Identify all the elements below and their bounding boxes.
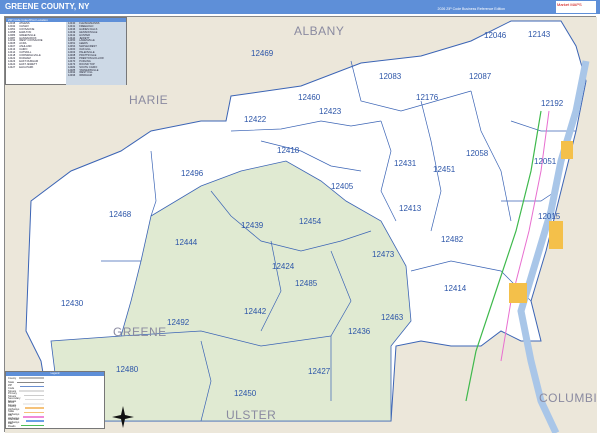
edition-label: 2026 ZIP Code Business Reference Edition: [437, 7, 505, 11]
place-label-schoharie: HARIE: [129, 93, 168, 107]
place-label-columbia: COLUMBIA: [539, 391, 597, 405]
zip-label: 12460: [298, 93, 321, 102]
legend-swatch: [25, 398, 44, 401]
zip-label: 12422: [244, 115, 267, 124]
legend-swatch: [22, 403, 44, 405]
zip-index-table: ZIP Code Index/Post Location 12015 ATHENS…: [5, 17, 127, 85]
zip-label: 12482: [441, 235, 464, 244]
header-bar: GREENE COUNTY, NY 2026 ZIP Code Business…: [0, 0, 600, 14]
legend-swatch: [23, 411, 44, 414]
zip-label: 12424: [272, 262, 295, 271]
legend-swatch: [19, 390, 44, 392]
zip-label: 12015: [538, 212, 561, 221]
place-label-albany: ALBANY: [294, 24, 344, 38]
legend-swatch: [21, 424, 44, 427]
zip-label: 12468: [109, 210, 132, 219]
zip-label: 12058: [466, 149, 489, 158]
zip-label: 12414: [444, 284, 467, 293]
zip-table-left-column: 12015 ATHENS 12042 CLIMAX 12051 COXSACKIE 1205…: [6, 22, 66, 85]
zip-table-right-column: 12430 FLEISCHMANNS 12431 FREEHOLD 12436 HAINE…: [66, 22, 126, 85]
legend-label: Rail Roads: [8, 422, 16, 429]
zip-label: 12439: [241, 221, 264, 230]
place-label-greene: GREENE: [113, 325, 167, 339]
zip-label: 12427: [308, 367, 331, 376]
zip-label: 12418: [277, 146, 300, 155]
zip-label: 12413: [399, 204, 422, 213]
publisher-logo: Market MAPS: [556, 1, 596, 13]
post-location: WINDHAM: [79, 74, 92, 78]
legend-swatch: [24, 407, 44, 409]
zip-label: 12469: [251, 49, 274, 58]
zip-label: 12176: [416, 93, 439, 102]
zip-label: 12143: [528, 30, 551, 39]
zip-label: 12430: [61, 299, 84, 308]
zip-label: 12431: [394, 159, 417, 168]
legend-swatch: [23, 394, 44, 397]
zip-label: 12436: [348, 327, 371, 336]
legend-swatch: [25, 420, 44, 422]
legend-item: Rail Roads: [6, 422, 104, 429]
zip-label: 12444: [175, 238, 198, 247]
zip-label: 12496: [181, 169, 204, 178]
zip-label: 12046: [484, 31, 507, 40]
zip-code: 12427: [8, 65, 16, 69]
zip-label: 12450: [234, 389, 257, 398]
zip-label: 12454: [299, 217, 322, 226]
zip-label: 12423: [319, 107, 342, 116]
legend-swatch: [20, 385, 44, 388]
zip-label: 12442: [244, 307, 267, 316]
post-location: ELKA PARK: [19, 65, 34, 69]
map-legend: Legend County State ZIP Code Streets Primary…: [5, 371, 105, 429]
zip-label: 12087: [469, 72, 492, 81]
zip-label: 12480: [116, 365, 139, 374]
zip-label: 12451: [433, 165, 456, 174]
zip-label: 12485: [295, 279, 318, 288]
zip-label: 12492: [167, 318, 190, 327]
zip-label: 12051: [534, 157, 557, 166]
zip-label: 12473: [372, 250, 395, 259]
zip-table-row: 12496 WINDHAM: [68, 74, 124, 78]
legend-swatch: [17, 381, 44, 384]
legend-swatch: [19, 377, 44, 379]
legend-swatch: [22, 416, 44, 418]
zip-code: 12496: [68, 74, 76, 78]
map-title: GREENE COUNTY, NY: [5, 2, 90, 11]
zip-label: 12405: [331, 182, 354, 191]
zip-label: 12192: [541, 99, 564, 108]
place-label-ulster: ULSTER: [226, 408, 276, 422]
legend-label: County: [8, 376, 17, 380]
zip-label: 12463: [381, 313, 404, 322]
zip-label: 12083: [379, 72, 402, 81]
zip-table-row: 12427 ELKA PARK: [8, 65, 64, 70]
